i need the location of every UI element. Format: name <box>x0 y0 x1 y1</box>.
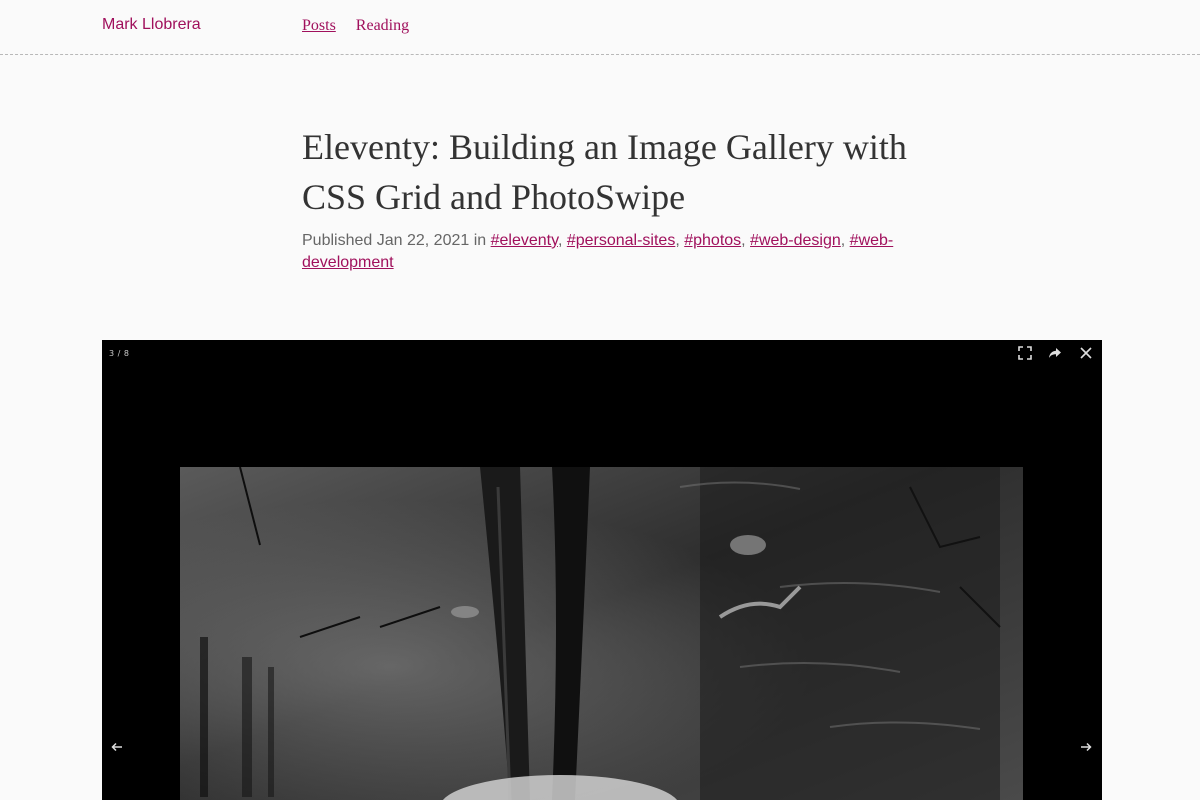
gallery-photo <box>180 467 1023 800</box>
image-counter: 3 / 8 <box>109 349 130 358</box>
tag-link-web-design[interactable]: #web-design <box>750 232 841 249</box>
photo-image <box>180 467 1023 800</box>
published-label: Published <box>302 232 373 249</box>
main-nav: Posts Reading <box>302 17 409 35</box>
previous-button[interactable] <box>106 737 128 759</box>
fullscreen-button[interactable] <box>1014 344 1036 366</box>
post-title: Eleventy: Building an Image Gallery with… <box>302 127 907 217</box>
tag-link-eleventy[interactable]: #eleventy <box>491 232 558 249</box>
share-icon <box>1048 346 1062 365</box>
tag-link-photos[interactable]: #photos <box>684 232 741 249</box>
next-button[interactable] <box>1075 737 1097 759</box>
in-label: in <box>473 232 487 249</box>
arrow-left-icon <box>111 739 123 757</box>
nav-link-posts[interactable]: Posts <box>302 17 336 35</box>
nav-link-reading[interactable]: Reading <box>356 17 409 35</box>
share-button[interactable] <box>1044 344 1066 366</box>
photoswipe-viewer[interactable]: 3 / 8 <box>102 340 1102 800</box>
arrow-right-icon <box>1080 739 1092 757</box>
post-date: Jan 22, 2021 <box>376 232 470 249</box>
site-title-link[interactable]: Mark Llobrera <box>102 16 201 34</box>
close-button[interactable] <box>1075 344 1097 366</box>
fullscreen-icon <box>1018 345 1032 365</box>
post-meta: Published Jan 22, 2021 in #eleventy, #pe… <box>302 232 894 271</box>
close-icon <box>1080 346 1092 364</box>
tag-link-personal-sites[interactable]: #personal-sites <box>567 232 676 249</box>
site-header: Mark Llobrera Posts Reading <box>0 0 1200 55</box>
